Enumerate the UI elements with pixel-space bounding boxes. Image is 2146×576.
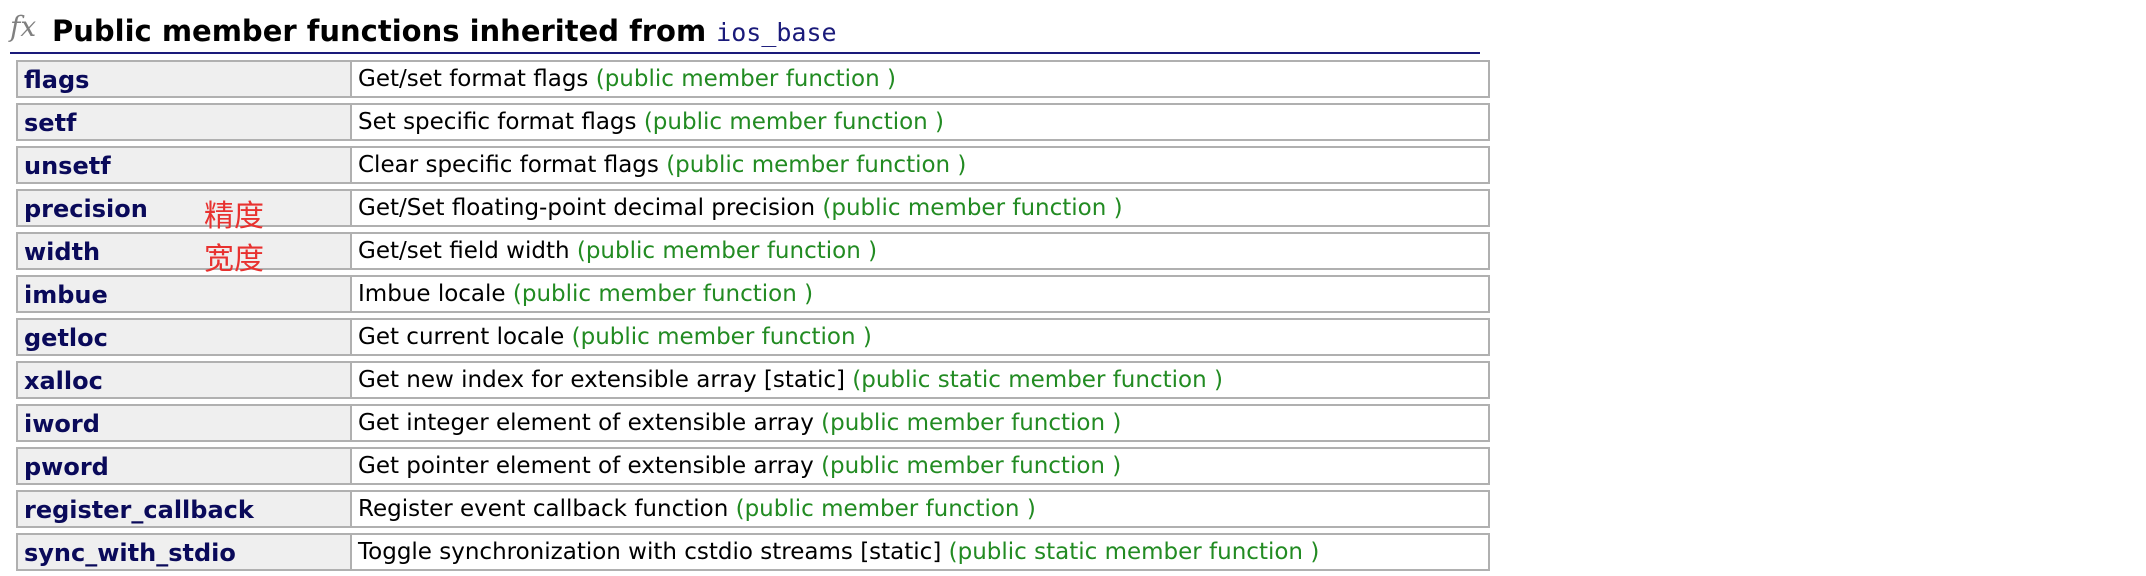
member-description-cell: Clear specific format flags (public memb… [358, 152, 966, 178]
member-name-cell: xalloc [18, 363, 352, 397]
member-function-row: unsetf Clear specific format flags (publi… [16, 146, 1490, 184]
member-kind: (public member function ) [822, 195, 1123, 221]
member-description-cell: Get/set format flags (public member func… [358, 66, 896, 92]
member-function-row: setf Set specific format flags (public me… [16, 103, 1490, 141]
section-title-text: Public member functions inherited from [52, 14, 707, 48]
member-description: Toggle synchronization with cstdio strea… [358, 539, 942, 565]
member-function-link[interactable]: precision [24, 195, 148, 223]
member-name-cell: pword [18, 449, 352, 483]
member-name-cell: imbue [18, 277, 352, 311]
member-function-link[interactable]: register_callback [24, 496, 254, 524]
member-function-row: iword Get integer element of extensible a… [16, 404, 1490, 442]
member-function-row: pword Get pointer element of extensible a… [16, 447, 1490, 485]
member-description-cell: Imbue locale (public member function ) [358, 281, 813, 307]
member-description-cell: Get integer element of extensible array … [358, 410, 1121, 436]
member-description-cell: Get new index for extensible array [stat… [358, 367, 1223, 393]
member-kind: (public member function ) [666, 152, 967, 178]
member-function-row: precision 精度 Get/Set floating-point decima… [16, 189, 1490, 234]
member-function-row: register_callback Register event callback… [16, 490, 1490, 528]
member-kind: (public member function ) [821, 453, 1122, 479]
member-function-row: xalloc Get new index for extensible array… [16, 361, 1490, 399]
member-description: Get integer element of extensible array [358, 410, 814, 436]
member-description: Get new index for extensible array [stat… [358, 367, 845, 393]
section-title: Public member functions inherited from io… [52, 14, 837, 48]
member-kind: (public member function ) [643, 109, 945, 135]
member-function-link[interactable]: setf [24, 109, 76, 137]
member-description-cell: Set specific format flags (public member… [358, 109, 944, 135]
member-name-cell: setf [18, 105, 352, 139]
member-description-cell: Get/set field width (public member funct… [358, 238, 877, 264]
member-description: Get/set format flags [358, 66, 589, 92]
member-function-link[interactable]: getloc [24, 324, 108, 352]
member-function-row: flags Get/set format flags (public member… [16, 60, 1490, 98]
member-description: Imbue locale [358, 281, 506, 307]
member-function-link[interactable]: iword [24, 410, 100, 438]
member-function-table: flags Get/set format flags (public member… [16, 60, 1490, 576]
member-description: Set specific format flags [358, 109, 637, 135]
member-name-cell: unsetf [18, 148, 352, 182]
inherited-members-section: fx Public member functions inherited fro… [10, 8, 1490, 571]
member-name-cell: precision 精度 [18, 191, 352, 234]
member-name-cell: getloc [18, 320, 352, 354]
member-name-cell: sync_with_stdio [18, 535, 352, 569]
handwritten-note: 精度 [204, 199, 264, 234]
member-description: Register event callback function [358, 496, 729, 522]
member-function-row: width 宽度 Get/set field width (public membe… [16, 232, 1490, 277]
member-description-cell: Toggle synchronization with cstdio strea… [358, 539, 1319, 565]
member-function-row: getloc Get current locale (public member … [16, 318, 1490, 356]
member-function-link[interactable]: width [24, 238, 100, 266]
member-function-link[interactable]: flags [24, 66, 89, 94]
member-function-link[interactable]: xalloc [24, 367, 103, 395]
member-kind: (public static member function ) [852, 367, 1223, 393]
member-kind: (public member function ) [571, 324, 872, 350]
member-name-cell: flags [18, 62, 352, 96]
member-function-link[interactable]: imbue [24, 281, 108, 309]
fx-function-icon: fx [10, 10, 37, 43]
member-description-cell: Register event callback function (public… [358, 496, 1036, 522]
member-name-cell: iword [18, 406, 352, 440]
member-description: Get pointer element of extensible array [358, 453, 814, 479]
member-kind: (public static member function ) [948, 539, 1320, 565]
base-class-link[interactable]: ios_base [716, 18, 836, 47]
member-kind: (public member function ) [595, 66, 896, 92]
member-function-link[interactable]: pword [24, 453, 109, 481]
member-description: Get/Set floating-point decimal precision [358, 195, 816, 221]
member-kind: (public member function ) [576, 238, 878, 264]
member-description: Get current locale [358, 324, 565, 350]
member-function-link[interactable]: unsetf [24, 152, 111, 180]
member-kind: (public member function ) [735, 496, 1036, 522]
section-heading: fx Public member functions inherited fro… [10, 8, 1480, 54]
member-function-row: sync_with_stdio Toggle synchronization wi… [16, 533, 1490, 571]
member-name-cell: register_callback [18, 492, 352, 526]
member-name-cell: width 宽度 [18, 234, 352, 277]
member-description-cell: Get/Set floating-point decimal precision… [358, 195, 1123, 221]
member-kind: (public member function ) [821, 410, 1122, 436]
member-function-link[interactable]: sync_with_stdio [24, 539, 236, 567]
member-description: Get/set field width [358, 238, 570, 264]
member-description-cell: Get pointer element of extensible array … [358, 453, 1121, 479]
handwritten-note: 宽度 [204, 242, 264, 277]
member-kind: (public member function ) [512, 281, 814, 307]
member-description: Clear specific format flags [358, 152, 659, 178]
member-description-cell: Get current locale (public member functi… [358, 324, 872, 350]
member-function-row: imbue Imbue locale (public member functio… [16, 275, 1490, 313]
